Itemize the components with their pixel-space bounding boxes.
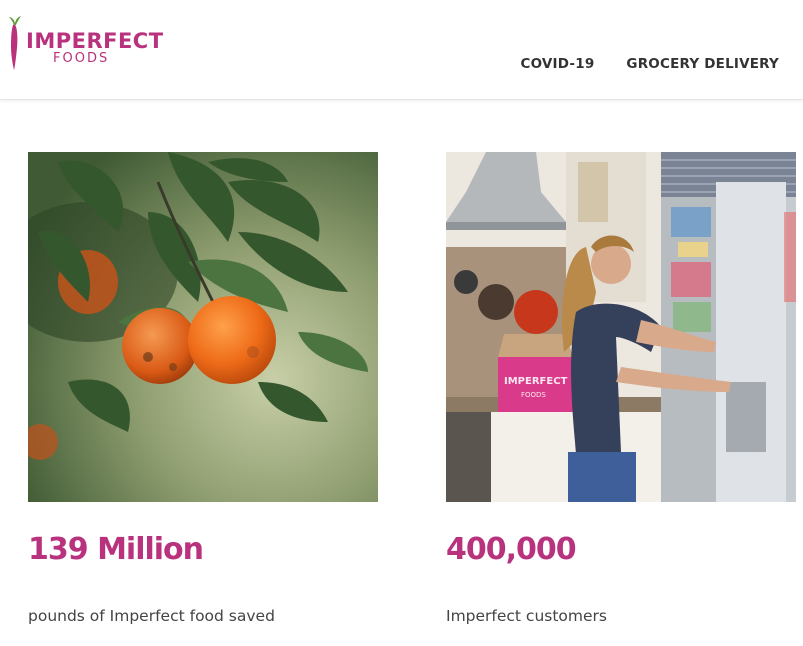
box-label-line2: FOODS [521, 391, 546, 399]
brand-logo[interactable]: IMPERFECT FOODS [8, 14, 163, 74]
stat-card-customers: IMPERFECT FOODS 400,000 Imperfect custom… [446, 152, 796, 625]
oranges-on-branch-photo [28, 152, 378, 502]
stat-caption-customers: Imperfect customers [446, 607, 608, 625]
box-label-line1: IMPERFECT [504, 376, 568, 387]
carrot-logo-icon [9, 16, 21, 70]
site-header: IMPERFECT FOODS COVID-19 GROCERY DELIVER… [0, 0, 803, 100]
woman-at-refrigerator-photo: IMPERFECT FOODS [446, 152, 796, 502]
main-nav: COVID-19 GROCERY DELIVERY [520, 56, 779, 72]
brand-name-line1: IMPERFECT [26, 29, 164, 53]
stat-value-food-saved: 139 Million [28, 532, 204, 567]
stat-card-food-saved: 139 Million pounds of Imperfect food sav… [28, 152, 378, 625]
nav-grocery-delivery[interactable]: GROCERY DELIVERY [626, 56, 779, 72]
stat-value-customers: 400,000 [446, 532, 577, 567]
brand-name-line2: FOODS [53, 51, 110, 66]
nav-covid-19[interactable]: COVID-19 [520, 56, 594, 72]
stat-caption-food-saved: pounds of Imperfect food saved [28, 607, 275, 625]
